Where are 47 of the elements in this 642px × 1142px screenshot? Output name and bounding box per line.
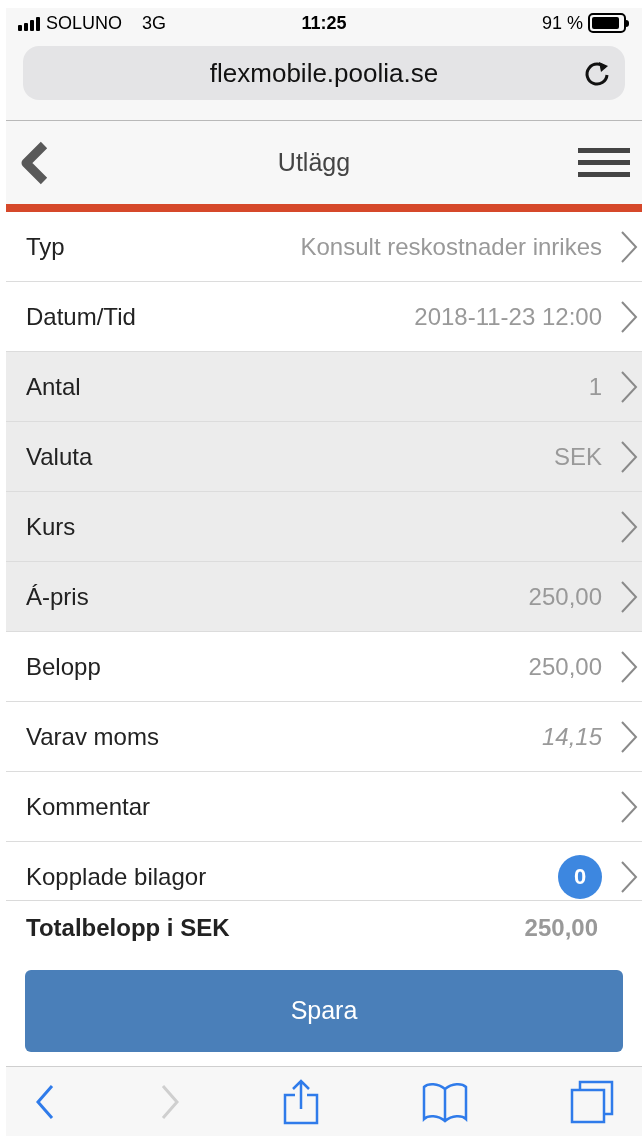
book-icon[interactable]	[421, 1080, 468, 1123]
network-type: 3G	[142, 11, 167, 35]
battery-percentage: 91 %	[541, 11, 583, 35]
chevron-icon	[620, 719, 638, 754]
chevron-icon	[620, 509, 638, 544]
field-label: Varav moms	[26, 721, 160, 752]
field-label: Á-pris	[26, 581, 90, 612]
chevron-icon	[620, 859, 638, 894]
chevron-icon	[620, 439, 638, 474]
form-row[interactable]: Á-pris 250,00	[6, 562, 642, 632]
share-icon[interactable]	[283, 1078, 319, 1125]
field-label: Valuta	[26, 441, 94, 472]
field-value: 14,15	[541, 721, 602, 752]
field-value: 1	[588, 371, 602, 402]
chevron-icon	[620, 789, 638, 824]
carrier-name: SOLUNO	[46, 11, 123, 35]
field-value: Konsult reskostnader inrikes	[300, 231, 602, 262]
page-title: Utlägg	[277, 146, 351, 178]
form-row[interactable]: Antal 1	[6, 352, 642, 422]
field-label: Belopp	[26, 651, 102, 682]
battery-icon	[588, 13, 630, 33]
address-bar[interactable]: flexmobile.poolia.se	[23, 46, 625, 100]
field-label: Antal	[26, 371, 82, 402]
count-badge: 0	[558, 854, 602, 899]
field-value: 250,00	[528, 651, 602, 682]
field-label: Kurs	[26, 511, 77, 542]
form-row[interactable]: Valuta SEK	[6, 422, 642, 492]
field-value: 250,00	[528, 581, 602, 612]
save-button[interactable]: Spara	[25, 970, 623, 1052]
field-label: Kommentar	[26, 791, 152, 822]
field-label: Kopplade bilagor	[26, 861, 208, 892]
menu-icon[interactable]	[578, 146, 630, 179]
total-value: 250,00	[524, 912, 598, 943]
field-label: Typ	[26, 231, 66, 262]
chevron-icon	[620, 369, 638, 404]
clock: 11:25	[301, 11, 347, 35]
back-icon[interactable]	[34, 1083, 56, 1120]
tabs-icon[interactable]	[570, 1079, 614, 1124]
chevron-icon	[620, 649, 638, 684]
field-value: 2018-11-23 12:00	[414, 301, 602, 332]
chevron-icon	[620, 229, 638, 264]
field-value: SEK	[553, 441, 602, 472]
chevron-icon	[620, 579, 638, 614]
form-row[interactable]: Kurs	[6, 492, 642, 562]
field-label: Datum/Tid	[26, 301, 137, 332]
chevron-icon	[620, 299, 638, 334]
total-label: Totalbelopp i SEK	[26, 912, 230, 943]
